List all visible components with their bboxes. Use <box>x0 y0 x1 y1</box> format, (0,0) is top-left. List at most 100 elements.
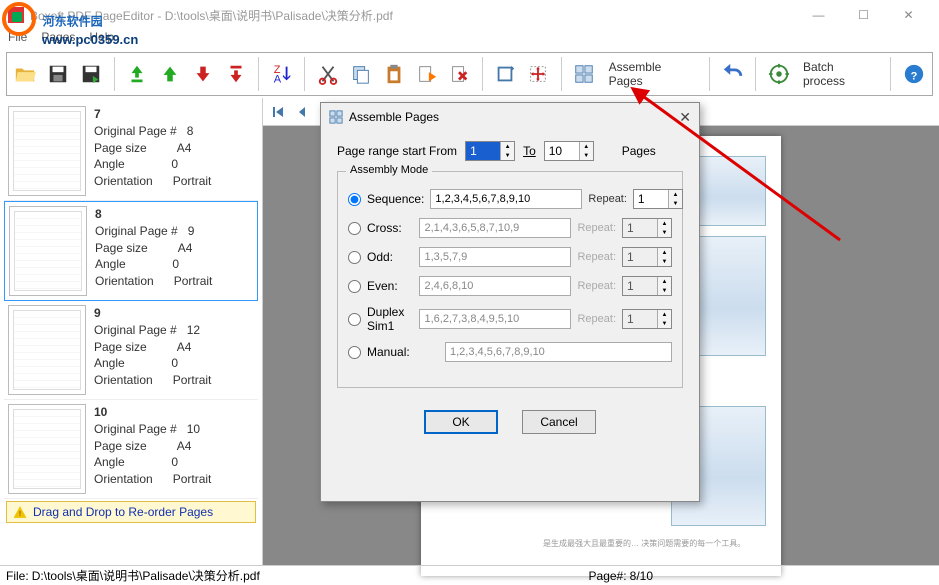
dialog-title: Assemble Pages <box>349 110 439 124</box>
range-from-input[interactable]: ▲▼ <box>465 141 515 161</box>
sort-button[interactable]: ZA <box>267 59 296 89</box>
move-down-button[interactable] <box>189 59 218 89</box>
resize-button[interactable] <box>524 59 553 89</box>
group-legend: Assembly Mode <box>346 164 432 176</box>
mode-row-even: Even: Repeat: ▲▼ <box>348 276 672 296</box>
undo-button[interactable] <box>718 59 747 89</box>
repeat-label: Repeat: <box>577 222 616 234</box>
thumbnail-item[interactable]: 7 Original Page # 8 Page size A4 Angle 0… <box>4 102 258 201</box>
status-file-path: D:\tools\桌面\说明书\Palisade\决策分析.pdf <box>32 567 260 584</box>
repeat-input-sequence[interactable]: ▲▼ <box>633 189 683 209</box>
range-to-label: To <box>523 144 536 158</box>
thumb-preview <box>8 404 86 494</box>
menu-file[interactable]: File <box>8 30 27 50</box>
repeat-label: Repeat: <box>577 251 616 263</box>
mode-sequence-sequence[interactable] <box>430 189 582 209</box>
mode-radio-odd[interactable] <box>348 251 361 264</box>
minimize-button[interactable]: — <box>796 1 841 29</box>
prev-page-button[interactable] <box>293 103 311 121</box>
cut-button[interactable] <box>313 59 342 89</box>
menubar: File Pages Help <box>0 30 939 50</box>
app-icon <box>8 7 24 23</box>
thumb-info: 9 Original Page # 12 Page size A4 Angle … <box>94 305 211 395</box>
move-bottom-button[interactable] <box>222 59 251 89</box>
drag-hint-bar: ! Drag and Drop to Re-order Pages <box>6 501 256 523</box>
thumb-info: 8 Original Page # 9 Page size A4 Angle 0… <box>95 206 212 296</box>
open-button[interactable] <box>11 59 40 89</box>
move-up-button[interactable] <box>156 59 185 89</box>
thumbnail-item[interactable]: 10 Original Page # 10 Page size A4 Angle… <box>4 400 258 499</box>
help-button[interactable]: ? <box>899 59 928 89</box>
move-top-button[interactable] <box>123 59 152 89</box>
assemble-pages-icon[interactable] <box>570 59 599 89</box>
mode-radio-sequence[interactable] <box>348 193 361 206</box>
mode-sequence-odd <box>419 247 571 267</box>
batch-process-label[interactable]: Batch process <box>797 60 882 88</box>
mode-row-cross: Cross: Repeat: ▲▼ <box>348 218 672 238</box>
mode-label-manual: Manual: <box>367 345 439 359</box>
menu-help[interactable]: Help <box>89 30 114 50</box>
save-button[interactable] <box>44 59 73 89</box>
status-file-label: File: <box>6 569 29 583</box>
drag-hint-text: Drag and Drop to Re-order Pages <box>33 505 213 519</box>
cancel-button[interactable]: Cancel <box>522 410 596 434</box>
delete-button[interactable] <box>445 59 474 89</box>
copy-button[interactable] <box>346 59 375 89</box>
ok-button[interactable]: OK <box>424 410 498 434</box>
mode-radio-even[interactable] <box>348 280 361 293</box>
dialog-titlebar: Assemble Pages ✕ <box>321 103 699 131</box>
repeat-input-even: ▲▼ <box>622 276 672 296</box>
thumb-preview <box>9 206 87 296</box>
thumb-info: 10 Original Page # 10 Page size A4 Angle… <box>94 404 211 494</box>
repeat-label: Repeat: <box>577 313 616 325</box>
batch-process-icon[interactable] <box>764 59 793 89</box>
status-page-value: 8/10 <box>630 569 653 583</box>
thumbnail-item[interactable]: 8 Original Page # 9 Page size A4 Angle 0… <box>4 201 258 301</box>
mode-radio-cross[interactable] <box>348 222 361 235</box>
rotate-button[interactable] <box>491 59 520 89</box>
mode-sequence-even <box>419 276 571 296</box>
repeat-input-cross: ▲▼ <box>622 218 672 238</box>
pages-label: Pages <box>622 144 656 158</box>
mode-label-cross: Cross: <box>367 221 413 235</box>
repeat-label: Repeat: <box>577 280 616 292</box>
paste-button[interactable] <box>379 59 408 89</box>
maximize-button[interactable]: ☐ <box>841 1 886 29</box>
mode-label-even: Even: <box>367 279 413 293</box>
mode-row-sequence: Sequence: Repeat: ▲▼ <box>348 189 672 209</box>
thumbnail-item[interactable]: 9 Original Page # 12 Page size A4 Angle … <box>4 301 258 400</box>
assemble-pages-dialog: Assemble Pages ✕ Page range start From ▲… <box>320 102 700 502</box>
mode-row-odd: Odd: Repeat: ▲▼ <box>348 247 672 267</box>
thumb-info: 7 Original Page # 8 Page size A4 Angle 0… <box>94 106 211 196</box>
mode-label-odd: Odd: <box>367 250 413 264</box>
range-to-input[interactable]: ▲▼ <box>544 141 594 161</box>
svg-text:!: ! <box>19 511 21 518</box>
thumb-preview <box>8 106 86 196</box>
menu-pages[interactable]: Pages <box>41 30 75 50</box>
dialog-icon <box>329 110 343 124</box>
titlebar: Boxoft PDF PageEditor - D:\tools\桌面\说明书\… <box>0 0 939 30</box>
assemble-pages-label[interactable]: Assemble Pages <box>603 60 702 88</box>
warning-icon: ! <box>13 505 27 519</box>
mode-label-sequence: Sequence: <box>367 192 424 206</box>
range-from-label: Page range start From <box>337 144 457 158</box>
assembly-mode-group: Assembly Mode Sequence: Repeat: ▲▼ Cross… <box>337 171 683 388</box>
mode-label-duplex: Duplex Sim1 <box>367 305 413 333</box>
mode-radio-duplex[interactable] <box>348 313 361 326</box>
mode-sequence-manual <box>445 342 672 362</box>
thumb-preview <box>8 305 86 395</box>
mode-radio-manual[interactable] <box>348 346 361 359</box>
thumbnail-panel[interactable]: 7 Original Page # 8 Page size A4 Angle 0… <box>0 98 263 566</box>
svg-text:?: ? <box>910 71 917 83</box>
repeat-input-duplex: ▲▼ <box>622 309 672 329</box>
save-as-button[interactable] <box>77 59 106 89</box>
insert-button[interactable] <box>412 59 441 89</box>
mode-sequence-cross <box>419 218 571 238</box>
first-page-button[interactable] <box>269 103 287 121</box>
window-title: Boxoft PDF PageEditor - D:\tools\桌面\说明书\… <box>30 7 796 24</box>
close-button[interactable]: ✕ <box>886 1 931 29</box>
repeat-label: Repeat: <box>588 193 627 205</box>
toolbar: ZA Assemble Pages Batch process ? <box>6 52 933 96</box>
dialog-close-button[interactable]: ✕ <box>679 109 691 126</box>
mode-sequence-duplex <box>419 309 571 329</box>
